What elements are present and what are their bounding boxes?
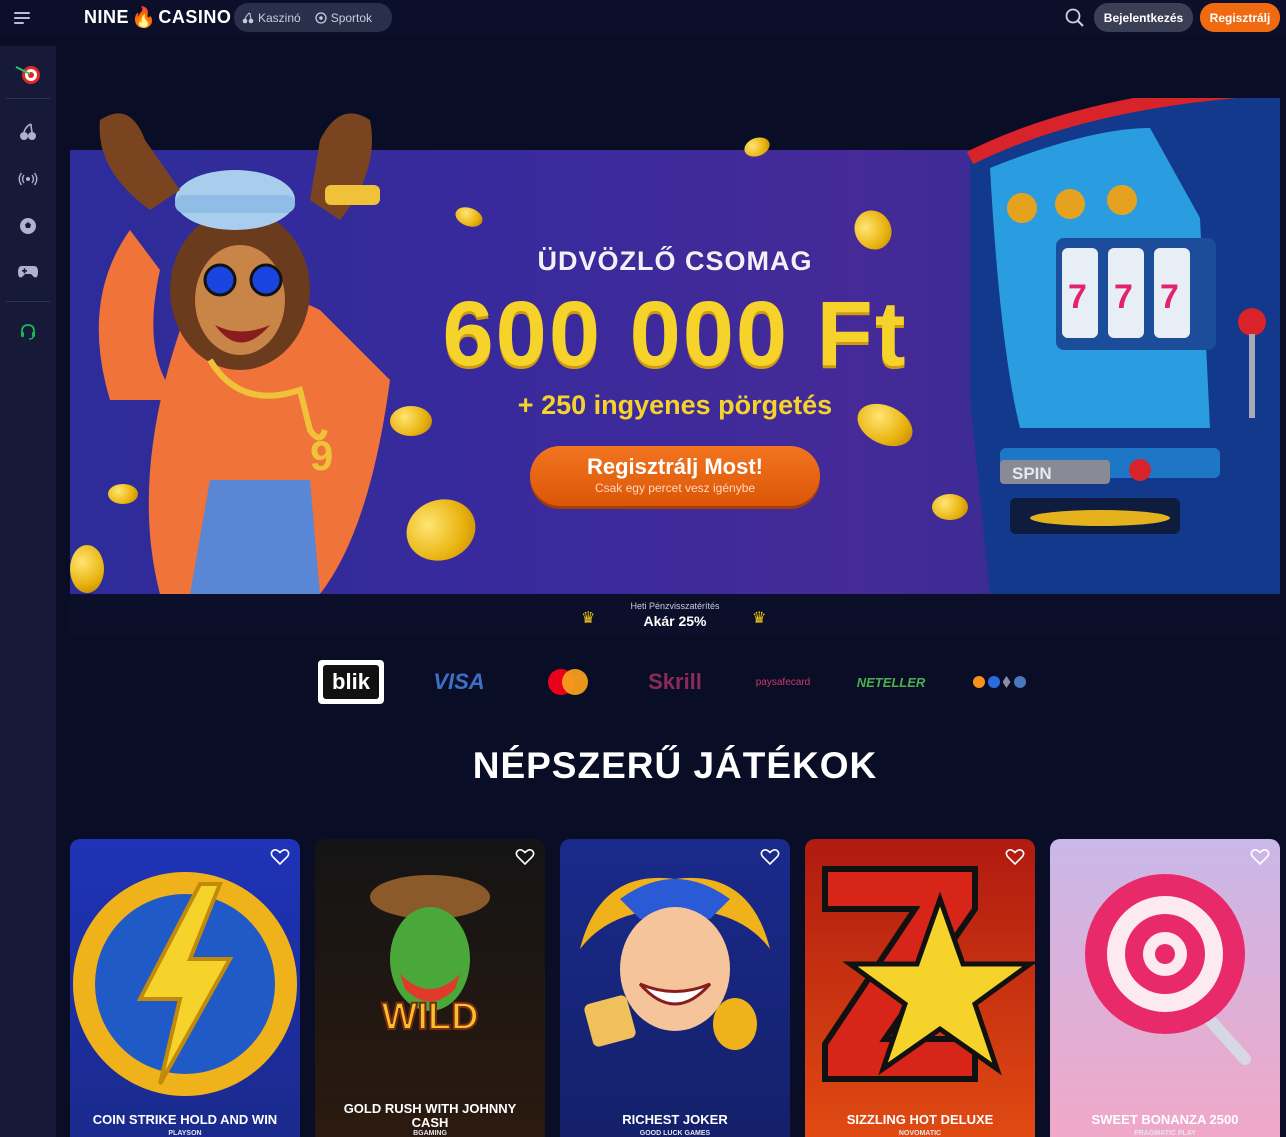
game-card[interactable]: COIN STRIKE HOLD AND WIN PLAYSON bbox=[70, 839, 300, 1137]
nav-casino[interactable]: Kaszinó bbox=[242, 11, 301, 25]
game-provider: GOOD LUCK GAMES bbox=[639, 1130, 711, 1137]
game-card[interactable]: SWEET BONANZA 2500 PRAGMATIC PLAY bbox=[1050, 839, 1280, 1137]
crown-icon: ♛ bbox=[581, 610, 596, 627]
cherry-icon[interactable] bbox=[14, 118, 42, 146]
game-card[interactable]: RICHEST JOKER GOOD LUCK GAMES bbox=[560, 839, 790, 1137]
nav-casino-label: Kaszinó bbox=[258, 10, 301, 25]
game-title: COIN STRIKE HOLD AND WIN bbox=[92, 1112, 278, 1127]
game-art bbox=[73, 872, 297, 1096]
sidebar-divider bbox=[6, 301, 50, 302]
cta-label: Regisztrálj Most! bbox=[586, 454, 764, 479]
darts-target-icon[interactable] bbox=[14, 60, 42, 88]
gamepad-icon[interactable] bbox=[14, 258, 42, 286]
litecoin-icon bbox=[1013, 676, 1026, 688]
cta-sublabel: Csak egy percet vesz igénybe bbox=[594, 481, 756, 495]
weekly-cashback-strip[interactable]: ♛ Heti Pénzvisszatérítés Akár 25% ♛ bbox=[70, 594, 1280, 636]
wild-text: WILD bbox=[381, 996, 478, 1038]
blik-logo-text: blik bbox=[323, 665, 379, 699]
favorite-heart-icon[interactable] bbox=[270, 848, 290, 866]
logo-text-nine: NINE bbox=[84, 7, 130, 27]
svg-text:9: 9 bbox=[310, 432, 333, 479]
game-title: SWEET BONANZA 2500 bbox=[1091, 1112, 1239, 1127]
skrill-logo: Skrill bbox=[648, 669, 702, 694]
soccer-ball-icon[interactable] bbox=[14, 212, 42, 240]
hero-bonus-amount: 600 000 Ft bbox=[442, 283, 908, 385]
nav-sports-label: Sportok bbox=[330, 10, 373, 25]
paysafecard-logo: paysafecard bbox=[755, 676, 811, 688]
ethereum-icon bbox=[1002, 676, 1011, 688]
game-card[interactable]: WILD GOLD RUSH WITH JOHNNY CASH BGAMING bbox=[315, 839, 545, 1137]
nav-sports[interactable]: Sportok bbox=[315, 11, 372, 25]
cherry-icon bbox=[242, 12, 254, 23]
logo-text-casino: CASINO bbox=[158, 7, 232, 27]
gold-coin-decoration bbox=[70, 545, 104, 593]
favorite-heart-icon[interactable] bbox=[760, 848, 780, 866]
game-title: SIZZLING HOT DELUXE bbox=[846, 1112, 994, 1127]
support-headset-icon[interactable] bbox=[14, 318, 42, 346]
hamburger-menu-icon[interactable] bbox=[14, 8, 40, 28]
game-title: GOLD RUSH WITH JOHNNY CASH bbox=[343, 1101, 517, 1130]
register-now-button[interactable]: Regisztrálj Most! Csak egy percet vesz i… bbox=[530, 446, 820, 506]
favorite-heart-icon[interactable] bbox=[515, 848, 535, 866]
popular-games-title: NÉPSZERŰ JÁTÉKOK bbox=[472, 745, 878, 786]
favorite-heart-icon[interactable] bbox=[1250, 848, 1270, 866]
live-broadcast-icon[interactable] bbox=[14, 165, 42, 193]
hero-title: ÜDVÖZLŐ CSOMAG bbox=[537, 246, 813, 276]
bitcoin-icon bbox=[972, 676, 985, 688]
gold-coin-decoration bbox=[108, 484, 138, 504]
register-button[interactable]: Regisztrálj bbox=[1200, 3, 1280, 32]
ripple-icon bbox=[987, 676, 1000, 688]
main-nav: Kaszinó Sportok bbox=[234, 3, 392, 32]
payment-methods: blik VISA Skrill paysafecard NETELLER bbox=[318, 660, 1038, 704]
crown-icon: ♛ bbox=[752, 610, 767, 627]
visa-logo: VISA bbox=[433, 669, 485, 694]
crypto-logos bbox=[966, 660, 1032, 704]
site-logo[interactable]: NINE 🔥 CASINO bbox=[84, 7, 231, 28]
game-provider: BGAMING bbox=[413, 1130, 447, 1137]
sidebar-divider bbox=[6, 98, 50, 99]
game-art bbox=[580, 877, 770, 1050]
cashback-value: Akár 25% bbox=[643, 613, 707, 629]
hero-free-spins: + 250 ingyenes pörgetés bbox=[517, 390, 833, 420]
game-art: WILD bbox=[370, 875, 490, 1039]
game-title: RICHEST JOKER bbox=[622, 1112, 728, 1127]
mastercard-logo bbox=[538, 660, 598, 704]
gold-coin-decoration bbox=[452, 203, 486, 231]
game-provider: PLAYSON bbox=[168, 1130, 202, 1137]
welcome-bonus-banner[interactable]: 9 7 7 7 SPIN ÜDVÖZLŐ CSOMAG 600 000 Ft +… bbox=[70, 98, 1280, 594]
favorite-heart-icon[interactable] bbox=[1005, 848, 1025, 866]
cashback-label: Heti Pénzvisszatérítés bbox=[630, 601, 720, 611]
login-button[interactable]: Bejelentkezés bbox=[1094, 3, 1193, 32]
gold-coin-decoration bbox=[741, 134, 773, 160]
game-art bbox=[1085, 874, 1251, 1065]
game-card[interactable]: SIZZLING HOT DELUXE NOVOMATIC bbox=[805, 839, 1035, 1137]
search-icon[interactable] bbox=[1064, 7, 1086, 29]
game-provider: NOVOMATIC bbox=[898, 1130, 942, 1137]
top-bar: NINE 🔥 CASINO Kaszinó Sportok Bejelentke… bbox=[0, 0, 1286, 36]
lion-flame-icon: 🔥 bbox=[131, 6, 157, 29]
game-provider: PRAGMATIC PLAY bbox=[1134, 1130, 1196, 1137]
slot-spin-label: SPIN bbox=[1012, 464, 1052, 483]
sidebar bbox=[0, 46, 56, 1137]
soccer-ball-icon bbox=[315, 11, 327, 24]
blik-logo: blik bbox=[318, 660, 384, 704]
game-art bbox=[822, 866, 1035, 1082]
neteller-logo: NETELLER bbox=[856, 674, 926, 690]
